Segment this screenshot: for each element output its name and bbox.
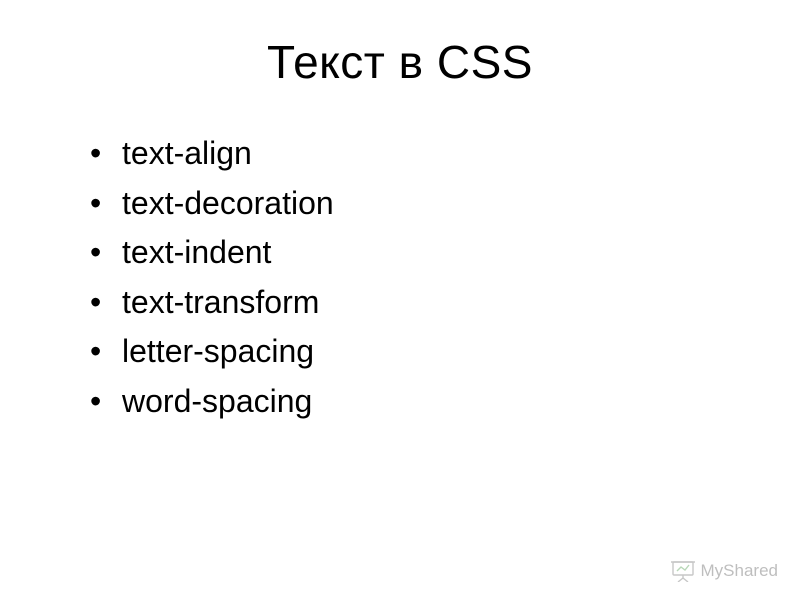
bullet-list: text-align text-decoration text-indent t…: [60, 129, 740, 427]
watermark: MyShared: [671, 560, 778, 582]
list-item: text-decoration: [90, 179, 740, 229]
list-item: text-align: [90, 129, 740, 179]
slide-title: Текст в CSS: [60, 35, 740, 89]
list-item: text-indent: [90, 228, 740, 278]
presentation-icon: [671, 560, 695, 582]
list-item: text-transform: [90, 278, 740, 328]
watermark-text: MyShared: [701, 561, 778, 581]
slide-container: Текст в CSS text-align text-decoration t…: [0, 0, 800, 600]
list-item: word-spacing: [90, 377, 740, 427]
list-item: letter-spacing: [90, 327, 740, 377]
